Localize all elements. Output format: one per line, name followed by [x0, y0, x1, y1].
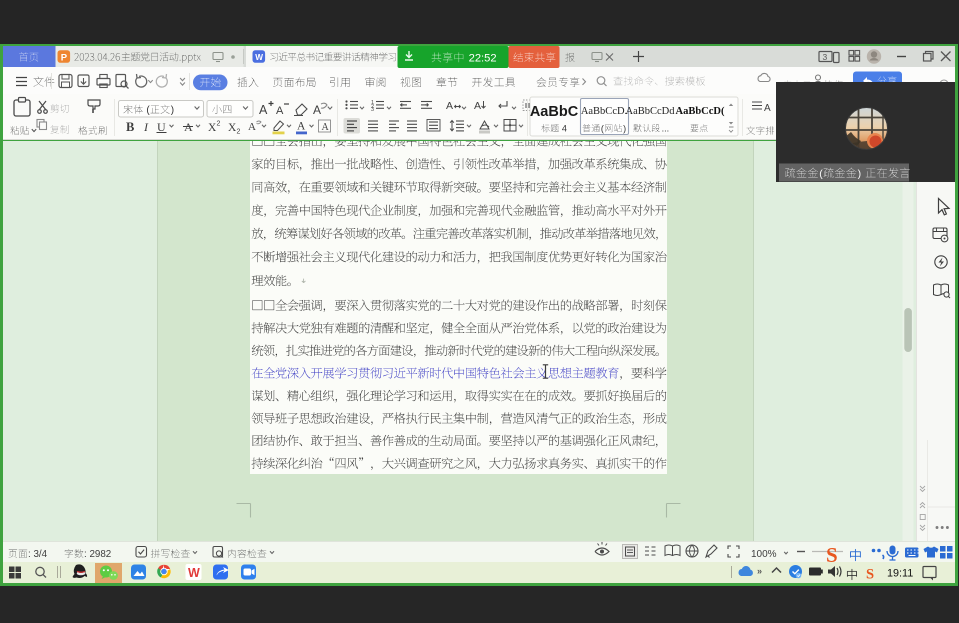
- svg-text:3: 3: [823, 52, 828, 62]
- svg-text:2: 2: [217, 121, 221, 128]
- svg-text:A: A: [764, 103, 771, 114]
- svg-text:A: A: [276, 105, 284, 117]
- svg-text:4: 4: [562, 124, 567, 134]
- svg-text:A: A: [297, 121, 306, 133]
- svg-text:: 2982: : 2982: [84, 549, 111, 560]
- svg-text:A: A: [474, 100, 481, 112]
- svg-text:I: I: [143, 120, 149, 134]
- svg-text:U: U: [157, 120, 166, 134]
- svg-text:A: A: [248, 121, 256, 133]
- svg-text:A: A: [322, 122, 330, 133]
- svg-text:AaBbCcD.: AaBbCcD.: [581, 106, 627, 117]
- svg-text:22:52: 22:52: [469, 52, 497, 64]
- svg-text:): ): [858, 168, 862, 180]
- svg-text:2: 2: [237, 129, 241, 136]
- svg-text:S: S: [826, 543, 838, 567]
- svg-text:(: (: [601, 123, 604, 133]
- svg-text:A: A: [313, 103, 321, 117]
- svg-text:: 3/4: : 3/4: [28, 549, 48, 560]
- svg-text:A: A: [259, 103, 268, 117]
- svg-text:P: P: [61, 52, 68, 63]
- svg-text:...: ...: [662, 124, 670, 134]
- svg-text:): ): [171, 105, 174, 116]
- svg-text:B: B: [126, 120, 134, 134]
- svg-text:»: »: [757, 566, 762, 576]
- svg-text:A: A: [446, 100, 453, 112]
- svg-text:S: S: [866, 567, 874, 583]
- svg-text:AaBbC: AaBbC: [530, 104, 579, 120]
- svg-text:): ): [623, 123, 626, 133]
- svg-text:19:11: 19:11: [887, 568, 913, 580]
- svg-text:AaBbCcDd: AaBbCcDd: [626, 106, 676, 117]
- svg-text:W: W: [188, 566, 200, 580]
- svg-text:100%: 100%: [751, 549, 777, 560]
- svg-text:(: (: [819, 168, 823, 180]
- svg-text:W: W: [255, 53, 263, 62]
- svg-text:AaBbCcD(: AaBbCcD(: [676, 106, 726, 117]
- svg-text:3: 3: [371, 107, 374, 113]
